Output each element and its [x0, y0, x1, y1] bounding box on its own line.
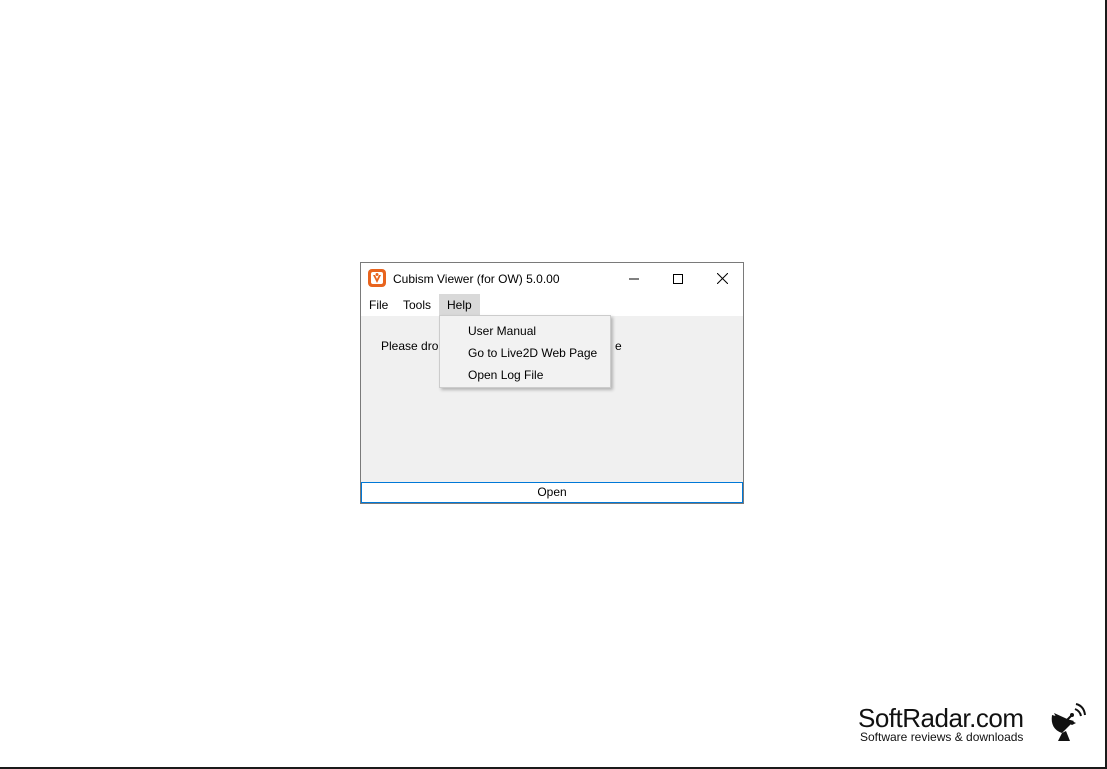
- title-bar[interactable]: Cubism Viewer (for OW) 5.0.00: [361, 263, 743, 294]
- watermark-subtitle: Software reviews & downloads: [860, 730, 1024, 744]
- maximize-button[interactable]: [656, 263, 700, 294]
- menu-item-live2d-web-page[interactable]: Go to Live2D Web Page: [440, 342, 610, 364]
- maximize-icon: [673, 273, 683, 284]
- window-title: Cubism Viewer (for OW) 5.0.00: [393, 272, 560, 286]
- drop-instruction-right: e: [615, 339, 622, 353]
- satellite-dish-icon: [1051, 703, 1086, 741]
- menu-bar: File Tools Help: [361, 294, 743, 316]
- menu-item-open-log-file[interactable]: Open Log File: [440, 364, 610, 386]
- close-button[interactable]: [700, 263, 744, 294]
- menu-file[interactable]: File: [361, 294, 396, 316]
- menu-help[interactable]: Help: [439, 294, 480, 316]
- softradar-watermark: SoftRadar.com Software reviews & downloa…: [858, 703, 1088, 748]
- menu-item-user-manual[interactable]: User Manual: [440, 320, 610, 342]
- menu-tools[interactable]: Tools: [395, 294, 439, 316]
- close-icon: [716, 273, 728, 284]
- minimize-icon: [629, 278, 639, 279]
- drop-instruction-left: Please drop: [381, 339, 446, 353]
- help-dropdown-menu: User Manual Go to Live2D Web Page Open L…: [439, 315, 611, 388]
- minimize-button[interactable]: [612, 263, 656, 294]
- open-button[interactable]: Open: [361, 482, 743, 503]
- cubism-app-icon: [368, 269, 386, 287]
